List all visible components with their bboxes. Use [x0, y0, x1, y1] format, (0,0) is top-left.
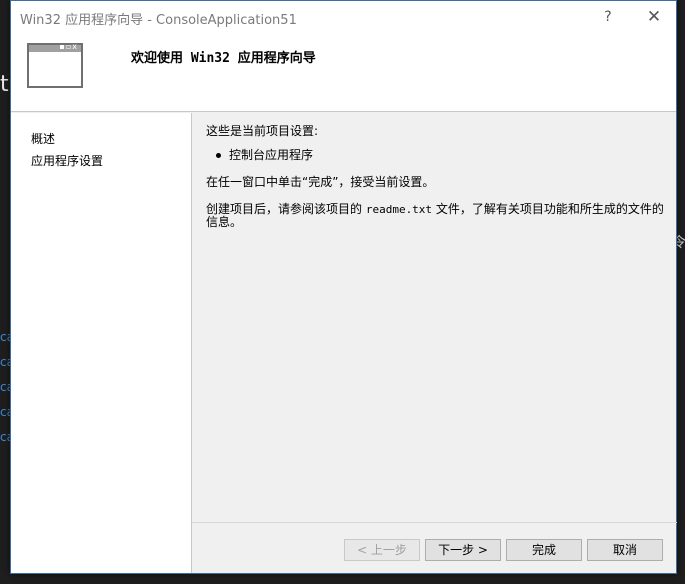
readme-hint: 创建项目后，请参阅该项目的 readme.txt 文件，了解有关项目功能和所生成…: [206, 203, 666, 229]
prev-button[interactable]: < 上一步: [344, 539, 420, 561]
nav-item-app-settings[interactable]: 应用程序设置: [31, 152, 103, 169]
window-icon-controls: ▪▫x: [59, 42, 78, 51]
cancel-button[interactable]: 取消: [587, 539, 663, 561]
wizard-title: 欢迎使用 Win32 应用程序向导: [131, 51, 316, 66]
footer-divider: [192, 522, 677, 523]
bullet-icon: [216, 153, 221, 158]
wizard-nav: 概述 应用程序设置: [11, 113, 191, 573]
wizard-dialog: Win32 应用程序向导 - ConsoleApplication51 ? ✕ …: [10, 0, 677, 574]
close-button[interactable]: ✕: [641, 5, 667, 29]
finish-button[interactable]: 完成: [506, 539, 582, 561]
nav-divider: [191, 113, 192, 573]
readme-filename: readme.txt: [365, 203, 433, 216]
title-bar[interactable]: Win32 应用程序向导 - ConsoleApplication51 ? ✕: [11, 1, 676, 33]
settings-intro: 这些是当前项目设置:: [206, 124, 319, 138]
bullet-text: 控制台应用程序: [229, 148, 314, 162]
wizard-header: ▪▫x 欢迎使用 Win32 应用程序向导: [11, 33, 676, 112]
help-button[interactable]: ?: [595, 5, 621, 29]
readme-text-1: 创建项目后，请参阅该项目的: [206, 202, 366, 216]
finish-hint: 在任一窗口中单击“完成”，接受当前设置。: [206, 175, 435, 189]
next-button[interactable]: 下一步 >: [425, 539, 501, 561]
nav-item-overview[interactable]: 概述: [31, 130, 55, 147]
window-icon: ▪▫x: [27, 42, 83, 88]
settings-bullet: 控制台应用程序: [206, 146, 666, 163]
window-title: Win32 应用程序向导 - ConsoleApplication51: [20, 13, 297, 28]
wizard-content: 这些是当前项目设置: 控制台应用程序 在任一窗口中单击“完成”，接受当前设置。 …: [206, 125, 666, 237]
